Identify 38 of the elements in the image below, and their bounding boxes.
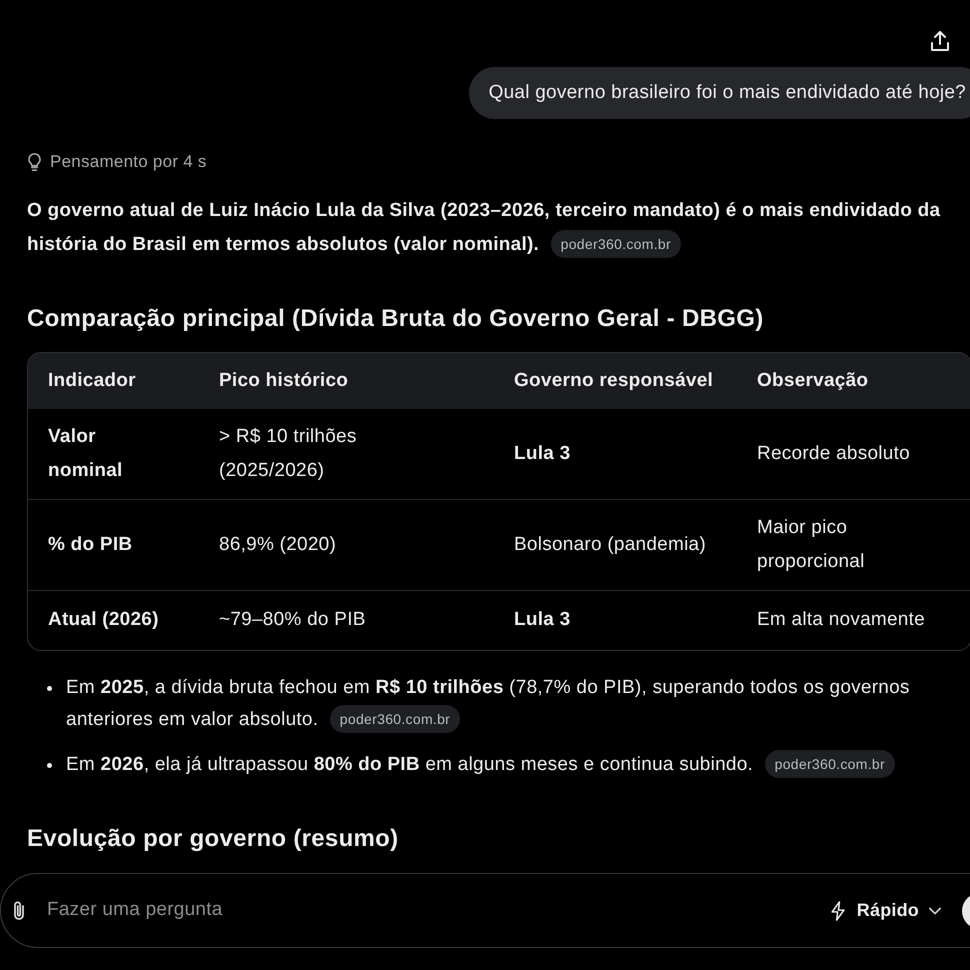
mode-button[interactable]: Rápido: [830, 897, 941, 924]
source-chip[interactable]: poder360.com.br: [764, 750, 895, 778]
table-cell: > R$ 10 trilhões (2025/2026): [207, 409, 502, 500]
table-cell: Recorde absoluto: [745, 409, 970, 500]
chevron-down-icon: [929, 906, 941, 914]
table-cell: Maior pico proporcional: [745, 500, 970, 590]
table-cell: ~79–80% do PIB: [207, 590, 502, 650]
column-header: Governo responsável: [502, 353, 745, 409]
lightning-icon: [830, 900, 847, 920]
column-header: Indicador: [28, 353, 207, 409]
table-cell: Lula 3: [502, 409, 745, 500]
table-cell: % do PIB: [28, 500, 207, 590]
section-heading: Evolução por governo (resumo): [27, 824, 400, 854]
source-chip[interactable]: poder360.com.br: [550, 230, 681, 258]
paperclip-icon: [11, 900, 27, 922]
answer-intro: O governo atual de Luiz Inácio Lula da Silva (2023–2026, terceiro mandato) é o mais endividado da história do Brasil em termos absolutos (valor nominal). poder360.com.br: [27, 194, 955, 262]
bullet-icon: [47, 763, 52, 768]
share-icon: [930, 31, 950, 51]
attach-button[interactable]: [11, 900, 27, 922]
section-heading: Comparação principal (Dívida Bruta do Governo Geral - DBGG): [27, 304, 764, 334]
user-message: Qual governo brasileiro foi o mais endividado até hoje?: [468, 67, 970, 119]
question-composer[interactable]: Fazer uma pergunta Rápido: [0, 873, 970, 948]
share-button[interactable]: [930, 31, 950, 51]
bullet-text: Em 2026, ela já ultrapassou 80% do PIB em alguns meses e continua subindo. poder360.com.br: [66, 749, 895, 781]
column-header: Observação: [745, 353, 970, 409]
lightbulb-icon: [27, 152, 42, 172]
table-cell: Valor nominal: [28, 409, 207, 500]
bullet-icon: [47, 686, 52, 691]
bullet-text: Em 2025, a dívida bruta fechou em R$ 10 trilhões (78,7% do PIB), superando todos os governos anteriores em valor absoluto. poder360.com.br: [66, 672, 942, 736]
thinking-toggle[interactable]: Pensamento por 4 s: [27, 150, 207, 174]
table-cell: Atual (2026): [28, 590, 207, 650]
table-cell: Lula 3: [502, 590, 745, 650]
table-cell: 86,9% (2020): [207, 500, 502, 590]
table-cell: Em alta novamente: [745, 590, 970, 650]
column-header: Pico histórico: [207, 353, 502, 409]
question-input[interactable]: Fazer uma pergunta: [47, 896, 830, 925]
table-cell: Bolsonaro (pandemia): [502, 500, 745, 590]
source-chip[interactable]: poder360.com.br: [330, 705, 460, 733]
